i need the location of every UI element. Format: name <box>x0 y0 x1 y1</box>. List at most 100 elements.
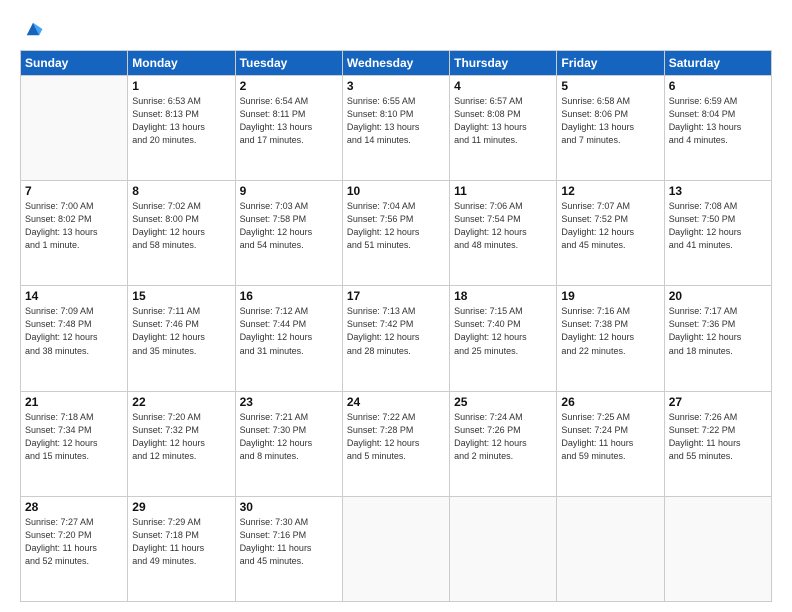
header <box>20 18 772 40</box>
calendar-week-row: 21 Sunrise: 7:18 AM Sunset: 7:34 PM Dayli… <box>21 391 772 496</box>
calendar-header-row: SundayMondayTuesdayWednesdayThursdayFrid… <box>21 51 772 76</box>
day-info: Sunrise: 7:26 AM Sunset: 7:22 PM Dayligh… <box>669 411 767 463</box>
day-info: Sunrise: 7:16 AM Sunset: 7:38 PM Dayligh… <box>561 305 659 357</box>
day-number: 17 <box>347 289 445 303</box>
day-info: Sunrise: 7:30 AM Sunset: 7:16 PM Dayligh… <box>240 516 338 568</box>
calendar-cell: 26 Sunrise: 7:25 AM Sunset: 7:24 PM Dayli… <box>557 391 664 496</box>
day-number: 21 <box>25 395 123 409</box>
day-number: 15 <box>132 289 230 303</box>
day-number: 27 <box>669 395 767 409</box>
calendar-cell <box>450 496 557 601</box>
day-info: Sunrise: 7:06 AM Sunset: 7:54 PM Dayligh… <box>454 200 552 252</box>
day-info: Sunrise: 6:59 AM Sunset: 8:04 PM Dayligh… <box>669 95 767 147</box>
weekday-header: Thursday <box>450 51 557 76</box>
calendar-cell: 3 Sunrise: 6:55 AM Sunset: 8:10 PM Daylig… <box>342 76 449 181</box>
day-number: 29 <box>132 500 230 514</box>
calendar-cell: 19 Sunrise: 7:16 AM Sunset: 7:38 PM Dayli… <box>557 286 664 391</box>
day-info: Sunrise: 7:27 AM Sunset: 7:20 PM Dayligh… <box>25 516 123 568</box>
day-number: 6 <box>669 79 767 93</box>
day-info: Sunrise: 7:17 AM Sunset: 7:36 PM Dayligh… <box>669 305 767 357</box>
day-info: Sunrise: 7:20 AM Sunset: 7:32 PM Dayligh… <box>132 411 230 463</box>
day-number: 3 <box>347 79 445 93</box>
day-info: Sunrise: 7:15 AM Sunset: 7:40 PM Dayligh… <box>454 305 552 357</box>
day-info: Sunrise: 7:21 AM Sunset: 7:30 PM Dayligh… <box>240 411 338 463</box>
day-number: 18 <box>454 289 552 303</box>
calendar-cell: 5 Sunrise: 6:58 AM Sunset: 8:06 PM Daylig… <box>557 76 664 181</box>
calendar-cell: 24 Sunrise: 7:22 AM Sunset: 7:28 PM Dayli… <box>342 391 449 496</box>
calendar-cell: 27 Sunrise: 7:26 AM Sunset: 7:22 PM Dayli… <box>664 391 771 496</box>
day-info: Sunrise: 7:12 AM Sunset: 7:44 PM Dayligh… <box>240 305 338 357</box>
day-number: 11 <box>454 184 552 198</box>
day-number: 2 <box>240 79 338 93</box>
calendar-cell: 15 Sunrise: 7:11 AM Sunset: 7:46 PM Dayli… <box>128 286 235 391</box>
day-info: Sunrise: 6:55 AM Sunset: 8:10 PM Dayligh… <box>347 95 445 147</box>
calendar-cell: 30 Sunrise: 7:30 AM Sunset: 7:16 PM Dayli… <box>235 496 342 601</box>
day-info: Sunrise: 7:03 AM Sunset: 7:58 PM Dayligh… <box>240 200 338 252</box>
day-number: 20 <box>669 289 767 303</box>
calendar-week-row: 28 Sunrise: 7:27 AM Sunset: 7:20 PM Dayli… <box>21 496 772 601</box>
calendar-cell: 10Sunrise: 7:04 AM Sunset: 7:56 PM Dayli… <box>342 181 449 286</box>
day-info: Sunrise: 6:54 AM Sunset: 8:11 PM Dayligh… <box>240 95 338 147</box>
day-number: 14 <box>25 289 123 303</box>
calendar-cell: 4 Sunrise: 6:57 AM Sunset: 8:08 PM Daylig… <box>450 76 557 181</box>
day-info: Sunrise: 7:18 AM Sunset: 7:34 PM Dayligh… <box>25 411 123 463</box>
calendar-cell: 28 Sunrise: 7:27 AM Sunset: 7:20 PM Dayli… <box>21 496 128 601</box>
calendar-cell: 1 Sunrise: 6:53 AM Sunset: 8:13 PM Daylig… <box>128 76 235 181</box>
weekday-header: Saturday <box>664 51 771 76</box>
calendar-cell: 21 Sunrise: 7:18 AM Sunset: 7:34 PM Dayli… <box>21 391 128 496</box>
day-number: 19 <box>561 289 659 303</box>
day-number: 30 <box>240 500 338 514</box>
day-number: 16 <box>240 289 338 303</box>
day-number: 23 <box>240 395 338 409</box>
day-number: 12 <box>561 184 659 198</box>
day-number: 24 <box>347 395 445 409</box>
weekday-header: Monday <box>128 51 235 76</box>
day-info: Sunrise: 6:53 AM Sunset: 8:13 PM Dayligh… <box>132 95 230 147</box>
calendar-cell: 14Sunrise: 7:09 AM Sunset: 7:48 PM Dayli… <box>21 286 128 391</box>
day-info: Sunrise: 7:22 AM Sunset: 7:28 PM Dayligh… <box>347 411 445 463</box>
calendar-cell: 8Sunrise: 7:02 AM Sunset: 8:00 PM Daylig… <box>128 181 235 286</box>
calendar-cell: 23 Sunrise: 7:21 AM Sunset: 7:30 PM Dayli… <box>235 391 342 496</box>
calendar-cell <box>557 496 664 601</box>
calendar-cell <box>664 496 771 601</box>
day-number: 25 <box>454 395 552 409</box>
calendar-cell: 9 Sunrise: 7:03 AM Sunset: 7:58 PM Daylig… <box>235 181 342 286</box>
calendar-cell: 17 Sunrise: 7:13 AM Sunset: 7:42 PM Dayli… <box>342 286 449 391</box>
day-number: 13 <box>669 184 767 198</box>
day-info: Sunrise: 7:11 AM Sunset: 7:46 PM Dayligh… <box>132 305 230 357</box>
calendar-cell: 11 Sunrise: 7:06 AM Sunset: 7:54 PM Dayli… <box>450 181 557 286</box>
day-number: 22 <box>132 395 230 409</box>
calendar-cell: 7Sunrise: 7:00 AM Sunset: 8:02 PM Daylig… <box>21 181 128 286</box>
calendar-cell: 25 Sunrise: 7:24 AM Sunset: 7:26 PM Dayli… <box>450 391 557 496</box>
calendar-week-row: 1 Sunrise: 6:53 AM Sunset: 8:13 PM Daylig… <box>21 76 772 181</box>
day-info: Sunrise: 7:04 AM Sunset: 7:56 PM Dayligh… <box>347 200 445 252</box>
day-info: Sunrise: 7:25 AM Sunset: 7:24 PM Dayligh… <box>561 411 659 463</box>
day-info: Sunrise: 6:57 AM Sunset: 8:08 PM Dayligh… <box>454 95 552 147</box>
calendar-cell: 20 Sunrise: 7:17 AM Sunset: 7:36 PM Dayli… <box>664 286 771 391</box>
day-number: 5 <box>561 79 659 93</box>
day-number: 4 <box>454 79 552 93</box>
day-number: 7 <box>25 184 123 198</box>
day-number: 1 <box>132 79 230 93</box>
day-info: Sunrise: 7:29 AM Sunset: 7:18 PM Dayligh… <box>132 516 230 568</box>
day-info: Sunrise: 7:08 AM Sunset: 7:50 PM Dayligh… <box>669 200 767 252</box>
day-info: Sunrise: 6:58 AM Sunset: 8:06 PM Dayligh… <box>561 95 659 147</box>
day-number: 26 <box>561 395 659 409</box>
logo <box>20 18 44 40</box>
weekday-header: Tuesday <box>235 51 342 76</box>
calendar-week-row: 14Sunrise: 7:09 AM Sunset: 7:48 PM Dayli… <box>21 286 772 391</box>
day-info: Sunrise: 7:24 AM Sunset: 7:26 PM Dayligh… <box>454 411 552 463</box>
calendar-cell <box>21 76 128 181</box>
weekday-header: Wednesday <box>342 51 449 76</box>
weekday-header: Sunday <box>21 51 128 76</box>
calendar-week-row: 7Sunrise: 7:00 AM Sunset: 8:02 PM Daylig… <box>21 181 772 286</box>
calendar-cell <box>342 496 449 601</box>
day-info: Sunrise: 7:02 AM Sunset: 8:00 PM Dayligh… <box>132 200 230 252</box>
day-info: Sunrise: 7:13 AM Sunset: 7:42 PM Dayligh… <box>347 305 445 357</box>
calendar-cell: 6 Sunrise: 6:59 AM Sunset: 8:04 PM Daylig… <box>664 76 771 181</box>
day-number: 28 <box>25 500 123 514</box>
calendar-table: SundayMondayTuesdayWednesdayThursdayFrid… <box>20 50 772 602</box>
day-number: 9 <box>240 184 338 198</box>
calendar-cell: 12 Sunrise: 7:07 AM Sunset: 7:52 PM Dayli… <box>557 181 664 286</box>
day-info: Sunrise: 7:07 AM Sunset: 7:52 PM Dayligh… <box>561 200 659 252</box>
